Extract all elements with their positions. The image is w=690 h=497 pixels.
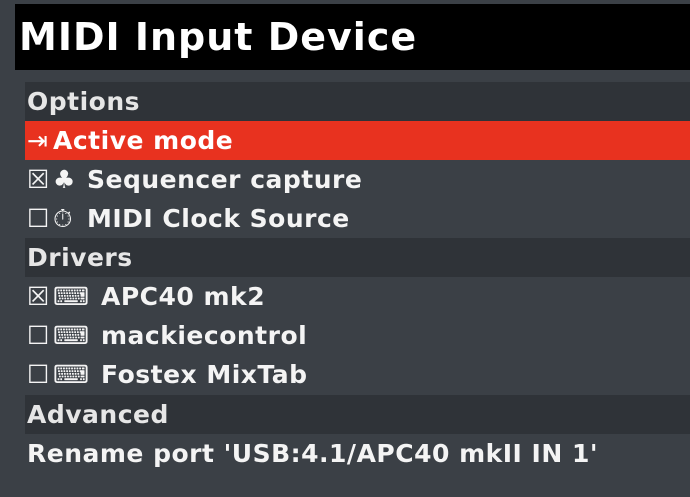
tab-arrow-icon: ⇥ [27,126,49,155]
driver-label: mackiecontrol [101,321,308,350]
driver-item-fostex-mixtab[interactable]: ☐ ⌨ Fostex MixTab [25,355,690,394]
checkbox-unchecked-icon[interactable]: ☐ [27,360,53,389]
midi-clock-source-label: MIDI Clock Source [87,204,350,233]
stopwatch-icon: ⏱ [53,203,74,233]
menu-panel: Options ⇥ Active mode ☒ ♣ Sequencer capt… [15,70,690,497]
window-title: MIDI Input Device [19,15,418,59]
section-advanced-label: Advanced [27,400,169,429]
active-mode-label: Active mode [53,126,234,155]
section-options-header: Options [25,82,690,121]
menu-item-sequencer-capture[interactable]: ☒ ♣ Sequencer capture [25,160,690,199]
rename-port-label: Rename port 'USB:4.1/APC40 mkII IN 1' [27,439,599,468]
sequencer-capture-label: Sequencer capture [87,165,363,194]
menu-item-rename-port[interactable]: Rename port 'USB:4.1/APC40 mkII IN 1' [25,434,690,473]
driver-label: APC40 mk2 [101,282,266,311]
section-advanced-header: Advanced [25,395,690,434]
keyboard-icon: ⌨ [53,360,90,389]
driver-item-apc40[interactable]: ☒ ⌨ APC40 mk2 [25,277,690,316]
checkbox-checked-icon[interactable]: ☒ [27,165,53,194]
menu-item-active-mode[interactable]: ⇥ Active mode [25,121,690,160]
driver-item-mackiecontrol[interactable]: ☐ ⌨ mackiecontrol [25,316,690,355]
driver-label: Fostex MixTab [101,360,308,389]
keyboard-icon: ⌨ [53,321,90,350]
checkbox-unchecked-icon[interactable]: ☐ [27,204,53,233]
checkbox-unchecked-icon[interactable]: ☐ [27,321,53,350]
section-drivers-label: Drivers [27,243,133,272]
keyboard-icon: ⌨ [53,282,90,311]
midi-input-device-window: MIDI Input Device Options ⇥ Active mode … [0,0,690,497]
club-icon: ♣ [53,165,76,194]
section-drivers-header: Drivers [25,238,690,277]
section-options-label: Options [27,87,141,116]
checkbox-checked-icon[interactable]: ☒ [27,282,53,311]
title-bar: MIDI Input Device [15,4,690,70]
menu-item-midi-clock-source[interactable]: ☐ ⏱ MIDI Clock Source [25,199,690,238]
